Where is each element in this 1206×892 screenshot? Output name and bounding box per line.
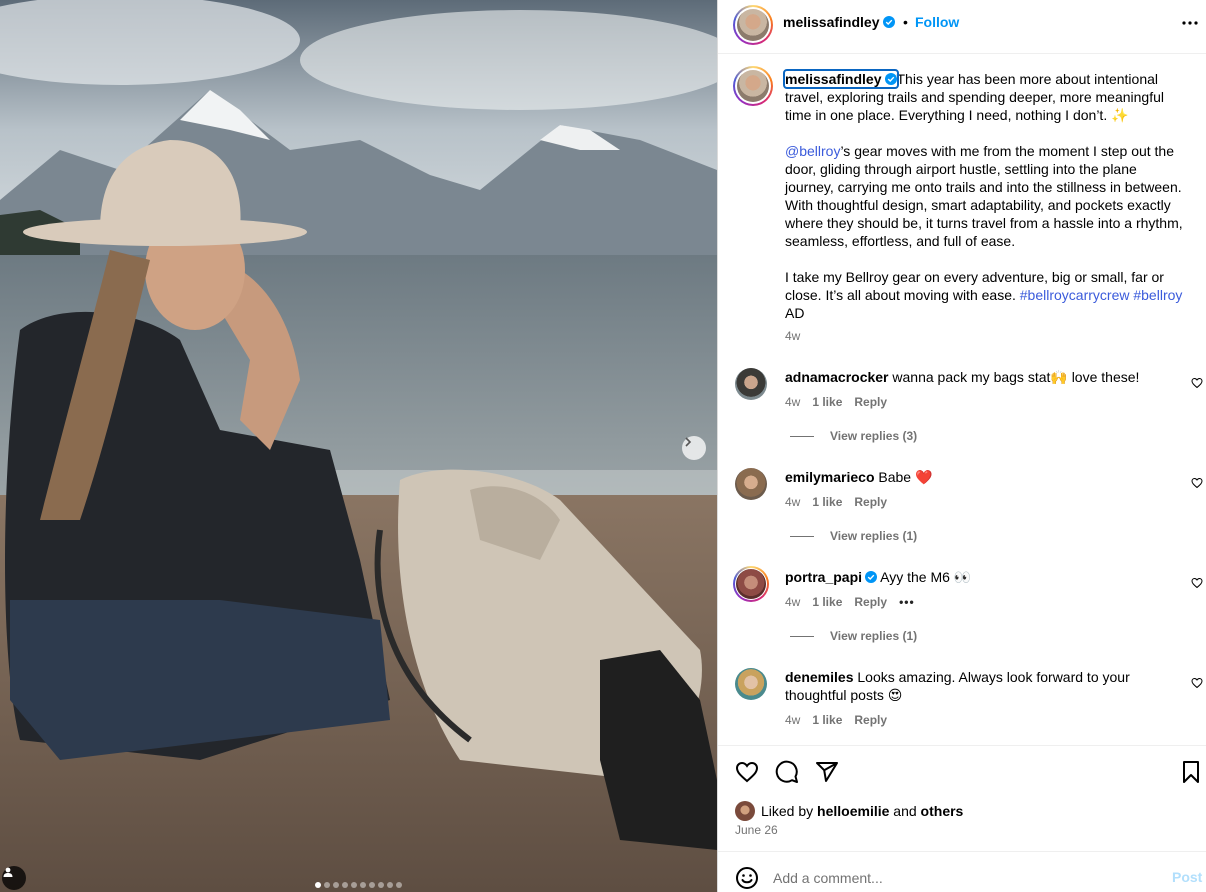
verified-badge-icon [884,73,897,85]
comment-more-button[interactable]: ••• [899,595,915,609]
comment-likes[interactable]: 1 like [812,395,842,409]
comment-time[interactable]: 4w [785,495,800,509]
mention-link[interactable]: @bellroy [785,143,840,159]
carousel-dot [387,882,393,888]
separator-dot: • [903,14,908,30]
comment-time[interactable]: 4w [785,395,800,409]
post-comment-button[interactable]: Post [1172,869,1202,885]
post-details-panel: melissafindley • Follow melissafindley Th… [717,0,1206,892]
caption-timestamp[interactable]: 4w [785,328,1187,344]
carousel-dot [333,882,339,888]
comment-likes[interactable]: 1 like [812,495,842,509]
reply-button[interactable]: Reply [854,495,887,509]
carousel-dot [324,882,330,888]
carousel-dot [315,882,321,888]
comment-text: Ayy the M6 👀 [880,569,972,585]
comment-text: wanna pack my bags stat🙌 love these! [892,369,1140,385]
reply-button[interactable]: Reply [854,395,887,409]
comment-text: Babe ❤️ [878,469,933,485]
comment-input[interactable] [773,866,1153,890]
view-replies-button[interactable]: View replies (1) [790,628,917,644]
comment-time[interactable]: 4w [785,595,800,609]
carousel-next-button[interactable] [682,436,706,460]
post-actions: Liked by helloemilie and others June 26 [718,745,1206,851]
verified-badge-icon [882,16,895,28]
smiley-icon[interactable] [735,866,759,890]
comment-username[interactable]: adnamacrocker [785,369,889,385]
follow-button[interactable]: Follow [915,13,959,31]
liked-by: Liked by helloemilie and others [735,801,963,821]
carousel-dot [360,882,366,888]
liked-by-others[interactable]: others [921,802,964,820]
chevron-right-icon [685,437,692,447]
avatar[interactable] [735,668,767,700]
caption-paragraph-2: ’s gear moves with me from the moment I … [785,143,1183,249]
heart-icon[interactable] [1191,377,1203,389]
add-comment-bar: Post [718,851,1206,892]
reply-button[interactable]: Reply [854,713,887,727]
more-horizontal-icon[interactable] [1180,12,1200,32]
hashtag-link[interactable]: #bellroycarrycrew [1020,287,1130,303]
avatar[interactable] [735,468,767,500]
ad-label: AD [785,305,805,321]
author-avatar[interactable] [733,5,773,45]
hashtag-link[interactable]: #bellroy [1133,287,1182,303]
liked-by-user[interactable]: helloemilie [817,802,889,820]
comment-likes[interactable]: 1 like [812,595,842,609]
post-modal: melissafindley • Follow melissafindley Th… [0,0,1206,892]
post-date[interactable]: June 26 [735,823,778,837]
comment-username[interactable]: denemiles [785,669,853,685]
carousel-indicator [0,882,717,888]
heart-icon[interactable] [1191,477,1203,489]
heart-icon[interactable] [1191,577,1203,589]
comment-username[interactable]: emilymarieco [785,469,875,485]
comment-username[interactable]: portra_papi [785,569,862,585]
heart-icon[interactable] [735,760,759,784]
post-photo[interactable] [0,0,717,892]
carousel-dot [378,882,384,888]
reply-button[interactable]: Reply [854,595,887,609]
avatar[interactable] [735,368,767,400]
carousel-dot [396,882,402,888]
post-caption: melissafindley This year has been more ab… [783,69,1187,344]
person-tag-button[interactable] [2,866,26,890]
carousel-dot [342,882,348,888]
verified-badge-icon [865,571,878,583]
bookmark-icon[interactable] [1179,760,1203,784]
heart-icon[interactable] [1191,677,1203,689]
comment-time[interactable]: 4w [785,713,800,727]
photo-illustration [0,0,717,892]
carousel-dot [369,882,375,888]
view-replies-button[interactable]: View replies (1) [790,528,917,544]
caption-avatar[interactable] [733,66,773,106]
carousel-dot [351,882,357,888]
author-username[interactable]: melissafindley [783,13,895,31]
view-replies-button[interactable]: View replies (3) [790,428,917,444]
avatar[interactable] [735,801,755,821]
caption-username[interactable]: melissafindley [783,69,899,89]
paper-plane-icon[interactable] [815,760,839,784]
comment-likes[interactable]: 1 like [812,713,842,727]
avatar[interactable] [733,566,769,602]
post-header: melissafindley • Follow [718,0,1206,54]
person-tag-icon [3,867,13,877]
speech-bubble-icon[interactable] [775,760,799,784]
